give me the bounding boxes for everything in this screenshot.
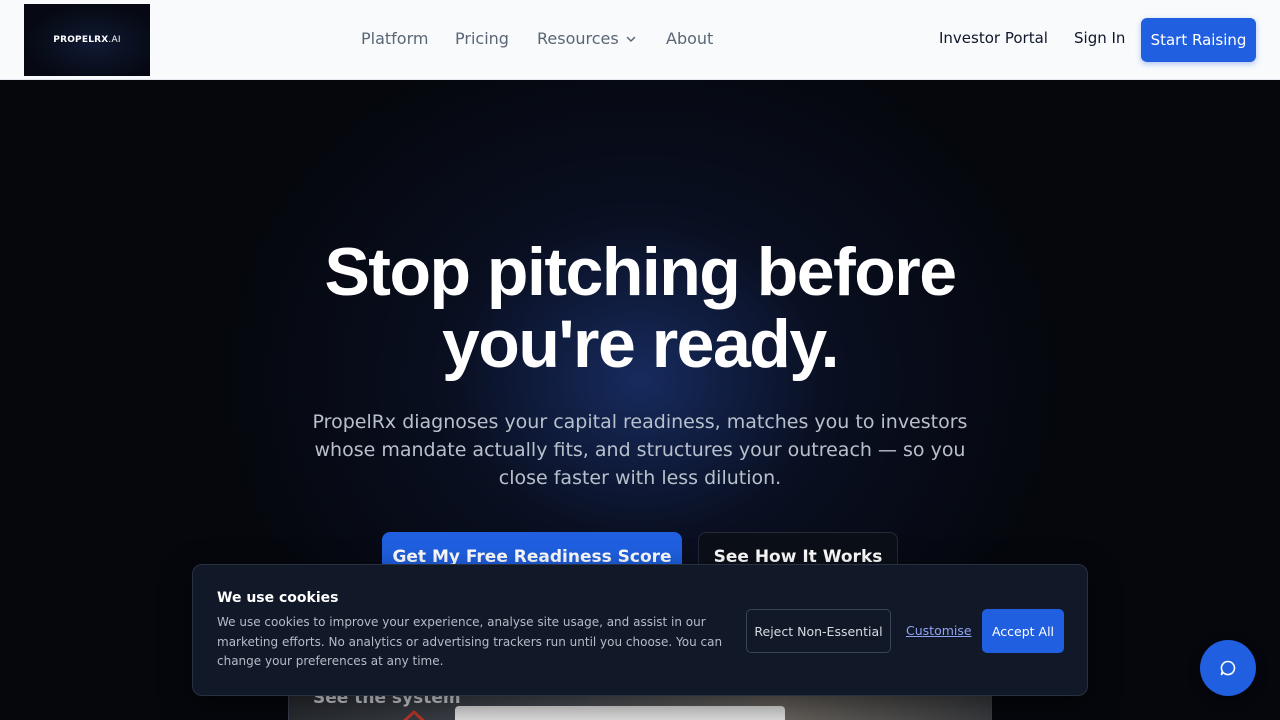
hero-title-line1: Stop pitching before — [324, 234, 957, 310]
investor-portal-link[interactable]: Investor Portal — [939, 29, 1048, 47]
reject-non-essential-button[interactable]: Reject Non-Essential — [746, 609, 891, 653]
cookie-title: We use cookies — [217, 590, 339, 606]
nav-resources-label: Resources — [537, 29, 619, 48]
nav-platform[interactable]: Platform — [361, 29, 428, 48]
hero-title: Stop pitching before you're ready. — [240, 236, 1040, 380]
chat-bubble-icon — [1220, 660, 1236, 676]
nav-resources[interactable]: Resources — [537, 29, 637, 48]
hero-title-line2: you're ready. — [441, 306, 840, 382]
logo-text: PROPELRX.AI — [53, 35, 121, 45]
customise-link[interactable]: Customise — [906, 623, 972, 638]
site-header: PROPELRX.AI Platform Pricing Resources A… — [0, 0, 1280, 80]
start-raising-button[interactable]: Start Raising — [1141, 18, 1256, 62]
sign-in-link[interactable]: Sign In — [1074, 29, 1125, 47]
chevron-down-icon — [626, 36, 635, 42]
nav-pricing[interactable]: Pricing — [455, 29, 509, 48]
nav-about-label: About — [666, 29, 714, 48]
preview-window — [455, 706, 785, 720]
nav-platform-label: Platform — [361, 29, 429, 48]
hero-subtitle: PropelRx diagnoses your capital readines… — [312, 411, 968, 489]
envelope-icon — [403, 709, 425, 720]
logo[interactable]: PROPELRX.AI — [24, 4, 150, 76]
cookie-text: We use cookies to improve your experienc… — [217, 615, 723, 668]
nav-pricing-label: Pricing — [455, 29, 509, 48]
chat-button[interactable] — [1200, 640, 1256, 696]
nav-about[interactable]: About — [666, 29, 713, 48]
accept-all-button[interactable]: Accept All — [982, 609, 1064, 653]
cookie-banner: We use cookies We use cookies to improve… — [192, 564, 1088, 696]
